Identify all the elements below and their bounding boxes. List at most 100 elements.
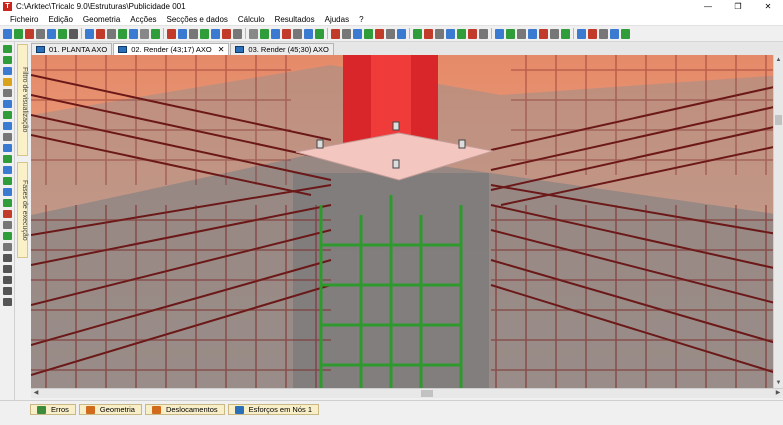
tab-esforcos-em-nos[interactable]: Esforços em Nós 1 — [227, 404, 319, 415]
tab-geometria[interactable]: Geometria — [78, 404, 142, 415]
scroll-down-icon[interactable]: ▼ — [774, 378, 783, 388]
toolbar-button-49[interactable] — [561, 28, 570, 39]
render-viewport[interactable] — [31, 55, 783, 388]
toolbar-button-32[interactable] — [364, 28, 373, 39]
side-tool-22-icon[interactable] — [2, 276, 12, 284]
toolbar-button-42[interactable] — [479, 28, 488, 39]
side-tool-3-icon[interactable] — [2, 67, 12, 75]
menu-help[interactable]: ? — [354, 15, 368, 24]
toolbar-button-6[interactable] — [58, 28, 67, 39]
side-tool-11-icon[interactable] — [2, 155, 12, 163]
toolbar-button-28[interactable] — [315, 28, 324, 39]
toolbar-button-21[interactable] — [233, 28, 242, 39]
close-button[interactable]: ✕ — [753, 0, 783, 13]
toolbar-button-15[interactable] — [167, 28, 176, 39]
toolbar-button-8[interactable] — [85, 28, 94, 39]
toolbar-button-22[interactable] — [249, 28, 258, 39]
toolbar-button-51[interactable] — [588, 28, 597, 39]
toolbar-button-16[interactable] — [178, 28, 187, 39]
toolbar-button-7[interactable] — [69, 28, 78, 39]
toolbar-button-50[interactable] — [577, 28, 586, 39]
close-icon[interactable]: ✕ — [218, 45, 225, 54]
toolbar-button-36[interactable] — [413, 28, 422, 39]
toolbar-button-1[interactable] — [3, 28, 12, 39]
toolbar-button-41[interactable] — [468, 28, 477, 39]
toolbar-button-17[interactable] — [189, 28, 198, 39]
minimize-button[interactable]: — — [693, 0, 723, 13]
toolbar-button-11[interactable] — [118, 28, 127, 39]
toolbar-button-40[interactable] — [457, 28, 466, 39]
toolbar-button-44[interactable] — [506, 28, 515, 39]
menu-calculo[interactable]: Cálculo — [233, 15, 270, 24]
side-tool-12-icon[interactable] — [2, 166, 12, 174]
toolbar-button-14[interactable] — [151, 28, 160, 39]
toolbar-button-29[interactable] — [331, 28, 340, 39]
toolbar-button-4[interactable] — [36, 28, 45, 39]
vertical-scrollbar[interactable]: ▲ ▼ — [773, 55, 783, 388]
side-tool-17-icon[interactable] — [2, 221, 12, 229]
side-tool-19-icon[interactable] — [2, 243, 12, 251]
scroll-up-icon[interactable]: ▲ — [774, 55, 783, 65]
toolbar-button-38[interactable] — [435, 28, 444, 39]
toolbar-button-54[interactable] — [621, 28, 630, 39]
side-tool-1-icon[interactable] — [2, 45, 12, 53]
menu-geometria[interactable]: Geometria — [78, 15, 125, 24]
execution-phases-panel-tab[interactable]: Fases de execução — [17, 162, 28, 258]
toolbar-button-33[interactable] — [375, 28, 384, 39]
toolbar-button-25[interactable] — [282, 28, 291, 39]
toolbar-button-27[interactable] — [304, 28, 313, 39]
tab-planta[interactable]: 01. PLANTA AXO — [31, 43, 113, 55]
side-tool-6-icon[interactable] — [2, 100, 12, 108]
side-tool-9-icon[interactable] — [2, 133, 12, 141]
toolbar-button-10[interactable] — [107, 28, 116, 39]
toolbar-button-5[interactable] — [47, 28, 56, 39]
side-tool-13-icon[interactable] — [2, 177, 12, 185]
tab-render-43-17[interactable]: 02. Render (43;17) AXO ✕ — [113, 43, 230, 55]
toolbar-button-12[interactable] — [129, 28, 138, 39]
view-filter-panel-tab[interactable]: Filtro de visualização — [17, 44, 28, 156]
tab-erros[interactable]: Erros — [30, 404, 76, 415]
toolbar-button-39[interactable] — [446, 28, 455, 39]
menu-accoes[interactable]: Acções — [125, 15, 161, 24]
toolbar-button-30[interactable] — [342, 28, 351, 39]
toolbar-button-45[interactable] — [517, 28, 526, 39]
menu-seccoes-e-dados[interactable]: Secções e dados — [162, 15, 233, 24]
toolbar-button-19[interactable] — [211, 28, 220, 39]
toolbar-button-53[interactable] — [610, 28, 619, 39]
toolbar-button-47[interactable] — [539, 28, 548, 39]
side-tool-23-icon[interactable] — [2, 287, 12, 295]
side-tool-21-icon[interactable] — [2, 265, 12, 273]
horizontal-scrollbar[interactable]: ◀ ▶ — [31, 388, 783, 398]
toolbar-button-26[interactable] — [293, 28, 302, 39]
side-tool-2-icon[interactable] — [2, 56, 12, 64]
vertical-scroll-thumb[interactable] — [775, 115, 782, 125]
side-tool-20-icon[interactable] — [2, 254, 12, 262]
toolbar-button-2[interactable] — [14, 28, 23, 39]
toolbar-button-13[interactable] — [140, 28, 149, 39]
side-tool-18-icon[interactable] — [2, 232, 12, 240]
restore-button[interactable]: ❐ — [723, 0, 753, 13]
toolbar-button-37[interactable] — [424, 28, 433, 39]
side-tool-10-icon[interactable] — [2, 144, 12, 152]
toolbar-button-24[interactable] — [271, 28, 280, 39]
menu-ficheiro[interactable]: Ficheiro — [0, 15, 43, 24]
toolbar-button-18[interactable] — [200, 28, 209, 39]
scroll-right-icon[interactable]: ▶ — [773, 389, 783, 398]
toolbar-button-9[interactable] — [96, 28, 105, 39]
side-tool-14-icon[interactable] — [2, 188, 12, 196]
horizontal-scroll-thumb[interactable] — [421, 390, 433, 397]
toolbar-button-3[interactable] — [25, 28, 34, 39]
toolbar-button-48[interactable] — [550, 28, 559, 39]
tab-render-45-30[interactable]: 03. Render (45;30) AXO — [230, 43, 334, 55]
side-tool-15-icon[interactable] — [2, 199, 12, 207]
side-tool-8-icon[interactable] — [2, 122, 12, 130]
toolbar-button-31[interactable] — [353, 28, 362, 39]
toolbar-button-35[interactable] — [397, 28, 406, 39]
toolbar-button-43[interactable] — [495, 28, 504, 39]
toolbar-button-23[interactable] — [260, 28, 269, 39]
toolbar-button-46[interactable] — [528, 28, 537, 39]
menu-resultados[interactable]: Resultados — [270, 15, 320, 24]
menu-ajudas[interactable]: Ajudas — [320, 15, 354, 24]
tab-deslocamentos[interactable]: Deslocamentos — [144, 404, 225, 415]
toolbar-button-20[interactable] — [222, 28, 231, 39]
